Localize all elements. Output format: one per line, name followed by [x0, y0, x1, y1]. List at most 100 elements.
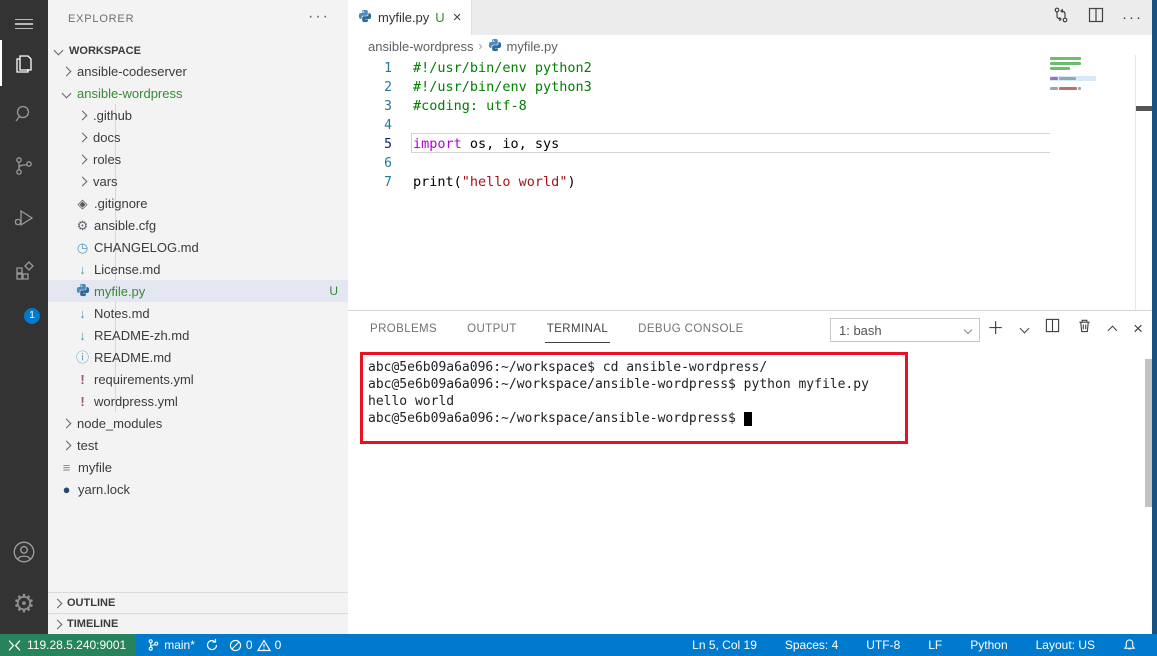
search-icon[interactable] — [0, 90, 48, 138]
tree-item-docs[interactable]: docs — [48, 126, 348, 148]
tree-item-ansible-wordpress[interactable]: ansible-wordpress — [48, 82, 348, 104]
kill-terminal-trash-icon[interactable] — [1077, 318, 1092, 338]
chevron-right-icon — [61, 418, 71, 428]
git-branch-item[interactable]: main* — [142, 634, 200, 656]
tree-item-label: .gitignore — [94, 195, 148, 211]
code-line-5: import os, io, sys — [413, 136, 560, 152]
problems-item[interactable]: 0 0 — [224, 634, 286, 656]
settings-gear-icon[interactable]: ⚙ — [0, 580, 48, 628]
eol-sequence[interactable]: LF — [923, 634, 947, 656]
error-count: 0 — [245, 638, 253, 652]
sidebar-title: EXPLORER — [68, 13, 135, 25]
editor-scrollbar-track — [1135, 55, 1136, 310]
editor-area: myfile.py U × ··· ansible-wordpress › my… — [348, 0, 1157, 634]
tree-item-ansible-codeserver[interactable]: ansible-codeserver — [48, 60, 348, 82]
close-panel-icon[interactable]: × — [1133, 320, 1143, 337]
python-icon — [358, 9, 372, 26]
code-line-2: #!/usr/bin/env python3 — [413, 79, 592, 95]
terminal-line-3: hello world — [368, 394, 455, 409]
tab-myfile-py[interactable]: myfile.py U × — [348, 0, 473, 35]
git-status-badge: U — [329, 284, 338, 298]
tree-item-label: .github — [93, 107, 133, 123]
open-changes-icon[interactable] — [1052, 6, 1070, 29]
tree-item-label: test — [77, 437, 98, 453]
tab-close-icon[interactable]: × — [453, 9, 462, 26]
sync-icon[interactable] — [200, 634, 224, 656]
line-number: 5 — [384, 137, 392, 152]
tree-item-requirements-yml[interactable]: ! requirements.yml — [48, 368, 348, 390]
vscode-window: 1 ⚙ EXPLORER ··· WORKSPACE ansible-codes… — [0, 0, 1157, 656]
list-icon: ≡ — [62, 459, 71, 475]
terminal-cursor — [743, 412, 752, 426]
minimap[interactable] — [1050, 57, 1096, 97]
explorer-icon[interactable] — [0, 40, 48, 88]
tab-git-status: U — [435, 10, 445, 25]
tab-problems[interactable]: PROBLEMS — [368, 314, 439, 342]
language-mode[interactable]: Python — [965, 634, 1012, 656]
tree-item-label: yarn.lock — [78, 481, 131, 497]
tree-item-license-md[interactable]: ↓ License.md — [48, 258, 348, 280]
chevron-down-icon[interactable] — [1019, 323, 1030, 333]
line-number: 4 — [384, 118, 392, 133]
editor-scrollbar-thumb[interactable] — [1136, 106, 1153, 111]
tab-debug-console[interactable]: DEBUG CONSOLE — [636, 314, 746, 342]
git-icon: ◈ — [77, 195, 88, 211]
new-terminal-icon[interactable]: ＋ — [987, 320, 1004, 337]
tab-output[interactable]: OUTPUT — [465, 314, 519, 342]
explorer-more-actions-icon[interactable]: ··· — [308, 8, 330, 26]
status-bar: 119.28.5.240:9001 main* 0 0 Ln 5, Col 19… — [0, 634, 1157, 656]
breadcrumb-folder[interactable]: ansible-wordpress — [368, 39, 474, 54]
tree-item-changelog-md[interactable]: ◷ CHANGELOG.md — [48, 236, 348, 258]
tree-item-label: roles — [93, 151, 122, 167]
tree-item-readme-zh-md[interactable]: ↓ README-zh.md — [48, 324, 348, 346]
terminal-shell-dropdown[interactable]: 1: bash — [830, 318, 980, 342]
split-terminal-icon[interactable] — [1045, 318, 1060, 338]
keyboard-layout[interactable]: Layout: US — [1031, 634, 1100, 656]
workspace-section-header[interactable]: WORKSPACE — [48, 40, 348, 62]
tree-item-readme-md[interactable]: ⓘ README.md — [48, 346, 348, 368]
maximize-panel-icon[interactable] — [1107, 325, 1118, 335]
tab-terminal[interactable]: TERMINAL — [544, 314, 611, 343]
timeline-section[interactable]: TIMELINE — [48, 613, 348, 634]
tree-item--gitignore[interactable]: ◈ .gitignore — [48, 192, 348, 214]
split-editor-icon[interactable] — [1088, 7, 1104, 28]
tab-label: myfile.py — [378, 10, 430, 25]
extensions-icon[interactable] — [0, 246, 48, 294]
activity-bar: 1 ⚙ — [0, 0, 48, 634]
source-control-icon[interactable]: 1 — [0, 142, 48, 324]
tree-item-vars[interactable]: vars — [48, 170, 348, 192]
tree-item-myfile-py[interactable]: myfile.py U — [48, 280, 348, 302]
tree-item-notes-md[interactable]: ↓ Notes.md — [48, 302, 348, 324]
cursor-position[interactable]: Ln 5, Col 19 — [687, 634, 762, 656]
chevron-right-icon — [61, 440, 71, 450]
browser-scrollbar-strip[interactable] — [1152, 0, 1157, 634]
remote-indicator[interactable]: 119.28.5.240:9001 — [0, 634, 137, 656]
exclamation-icon: ! — [80, 393, 85, 409]
encoding[interactable]: UTF-8 — [861, 634, 905, 656]
notifications-bell-icon[interactable] — [1118, 634, 1141, 656]
tree-item-wordpress-yml[interactable]: ! wordpress.yml — [48, 390, 348, 412]
breadcrumb-file[interactable]: myfile.py — [507, 39, 558, 54]
info-icon: ⓘ — [75, 349, 89, 365]
code-line-7: print("hello world") — [413, 174, 576, 190]
chevron-down-icon — [61, 88, 71, 98]
line-number: 6 — [384, 156, 392, 171]
tree-item-myfile[interactable]: ≡ myfile — [48, 456, 348, 478]
tree-item-roles[interactable]: roles — [48, 148, 348, 170]
tree-item-label: Notes.md — [94, 305, 150, 321]
tree-item-ansible-cfg[interactable]: ⚙ ansible.cfg — [48, 214, 348, 236]
account-icon[interactable] — [0, 528, 48, 576]
editor-more-actions-icon[interactable]: ··· — [1122, 9, 1143, 26]
terminal-line-2: abc@5e6b09a6a096:~/workspace/ansible-wor… — [368, 377, 869, 392]
tree-item-yarn-lock[interactable]: ● yarn.lock — [48, 478, 348, 500]
outline-section[interactable]: OUTLINE — [48, 592, 348, 613]
indentation[interactable]: Spaces: 4 — [780, 634, 843, 656]
tree-item-test[interactable]: test — [48, 434, 348, 456]
code-line-3: #coding: utf-8 — [413, 98, 527, 114]
run-debug-icon[interactable] — [0, 194, 48, 242]
tree-item-node-modules[interactable]: node_modules — [48, 412, 348, 434]
tree-item--github[interactable]: .github — [48, 104, 348, 126]
chevron-down-icon — [53, 45, 64, 55]
tree-item-label: requirements.yml — [94, 371, 194, 387]
tree-item-label: docs — [93, 129, 121, 145]
